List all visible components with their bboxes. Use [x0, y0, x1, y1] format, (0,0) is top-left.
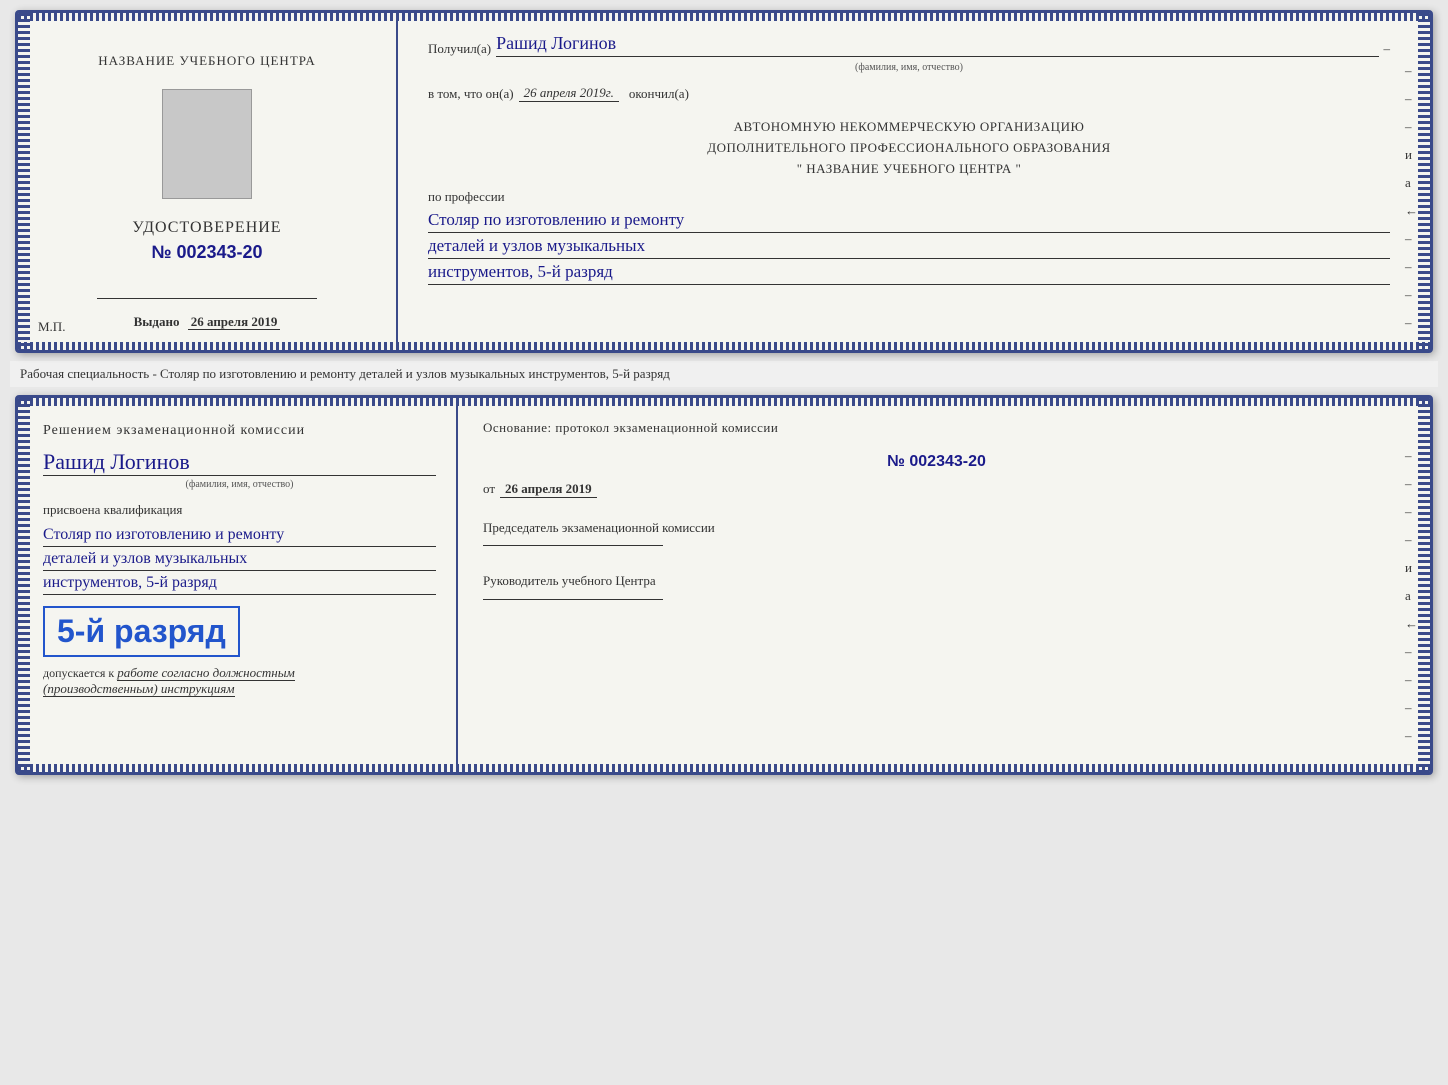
signature-line-top [97, 298, 317, 299]
chairman-sign-line [483, 545, 663, 546]
chairman-block: Председатель экзаменационной комиссии [483, 518, 1390, 547]
photo-placeholder [162, 89, 252, 199]
issued-prefix: Выдано [134, 314, 180, 329]
profession-line1: Столяр по изготовлению и ремонту [428, 210, 1390, 233]
issued-date-value: 26 апреля 2019 [188, 314, 281, 330]
right-decorations-bottom: – – – – и а ← – – – – – [1405, 448, 1418, 772]
profession-line3: инструментов, 5-й разряд [428, 262, 1390, 285]
rank-text: 5-й разряд [57, 613, 226, 649]
from-value: 26 апреля 2019 [500, 481, 597, 498]
допускается-value: работе согласно должностным [117, 665, 295, 681]
from-date: от 26 апреля 2019 [483, 481, 1390, 498]
top-right-panel: Получил(а) Рашид Логинов – (фамилия, имя… [398, 13, 1430, 350]
right-stripe-top [1418, 13, 1430, 350]
bottom-left-panel: Решением экзаменационной комиссии Рашид … [18, 398, 458, 772]
director-block: Руководитель учебного Центра [483, 571, 1390, 600]
top-document-card: НАЗВАНИЕ УЧЕБНОГО ЦЕНТРА УДОСТОВЕРЕНИЕ №… [15, 10, 1433, 353]
date-line: в том, что он(а) 26 апреля 2019г. окончи… [428, 85, 1390, 102]
cert-label: УДОСТОВЕРЕНИЕ [132, 219, 281, 237]
director-label: Руководитель учебного Центра [483, 571, 1390, 591]
chairman-label: Председатель экзаменационной комиссии [483, 518, 1390, 538]
from-prefix: от [483, 481, 495, 497]
person-name: Рашид Логинов [43, 449, 436, 476]
protocol-number: № 002343-20 [483, 453, 1390, 471]
допускается-line: допускается к работе согласно должностны… [43, 665, 436, 681]
qual-line2: деталей и узлов музыкальных [43, 550, 436, 571]
rank-highlight: 5-й разряд [43, 606, 240, 657]
between-label-text: Рабочая специальность - Столяр по изгото… [20, 366, 670, 381]
qual-line3: инструментов, 5-й разряд [43, 574, 436, 595]
between-label: Рабочая специальность - Столяр по изгото… [10, 361, 1438, 387]
cert-number: № 002343-20 [151, 242, 262, 263]
org-text: АВТОНОМНУЮ НЕКОММЕРЧЕСКУЮ ОРГАНИЗАЦИЮ ДО… [428, 117, 1390, 179]
recipient-subtitle: (фамилия, имя, отчество) [428, 62, 1390, 73]
top-center-title: НАЗВАНИЕ УЧЕБНОГО ЦЕНТРА [98, 53, 315, 69]
bottom-right-panel: Основание: протокол экзаменационной коми… [458, 398, 1430, 772]
right-decorations-top: – – – и а ← – – – – – [1405, 63, 1418, 353]
date-value: 26 апреля 2019г. [519, 85, 619, 102]
допускается-value2: (производственным) инструкциям [43, 681, 235, 697]
profession-label: по профессии [428, 189, 1390, 205]
date-prefix: в том, что он(а) [428, 86, 514, 102]
commission-title: Решением экзаменационной комиссии [43, 423, 436, 439]
date-suffix: окончил(а) [629, 86, 689, 102]
mp-text: М.П. [38, 319, 65, 335]
qualification-label: присвоена квалификация [43, 502, 436, 518]
top-left-panel: НАЗВАНИЕ УЧЕБНОГО ЦЕНТРА УДОСТОВЕРЕНИЕ №… [18, 13, 398, 350]
recipient-dash: – [1384, 41, 1391, 57]
допускается-prefix: допускается к [43, 666, 114, 680]
допускается-line2: (производственным) инструкциям [43, 681, 436, 697]
recipient-line: Получил(а) Рашид Логинов – [428, 33, 1390, 57]
issued-date: Выдано 26 апреля 2019 [134, 314, 281, 330]
basis-label: Основание: протокол экзаменационной коми… [483, 418, 1390, 438]
right-stripe-bottom [1418, 398, 1430, 772]
bottom-document-card: Решением экзаменационной комиссии Рашид … [15, 395, 1433, 775]
recipient-label: Получил(а) [428, 41, 491, 57]
org-line2: ДОПОЛНИТЕЛЬНОГО ПРОФЕССИОНАЛЬНОГО ОБРАЗО… [428, 138, 1390, 159]
name-subtitle: (фамилия, имя, отчество) [43, 479, 436, 490]
org-line3: " НАЗВАНИЕ УЧЕБНОГО ЦЕНТРА " [428, 159, 1390, 180]
org-line1: АВТОНОМНУЮ НЕКОММЕРЧЕСКУЮ ОРГАНИЗАЦИЮ [428, 117, 1390, 138]
qual-line1: Столяр по изготовлению и ремонту [43, 526, 436, 547]
profession-line2: деталей и узлов музыкальных [428, 236, 1390, 259]
page-wrapper: НАЗВАНИЕ УЧЕБНОГО ЦЕНТРА УДОСТОВЕРЕНИЕ №… [10, 10, 1438, 775]
director-sign-line [483, 599, 663, 600]
recipient-name: Рашид Логинов [496, 33, 1378, 57]
